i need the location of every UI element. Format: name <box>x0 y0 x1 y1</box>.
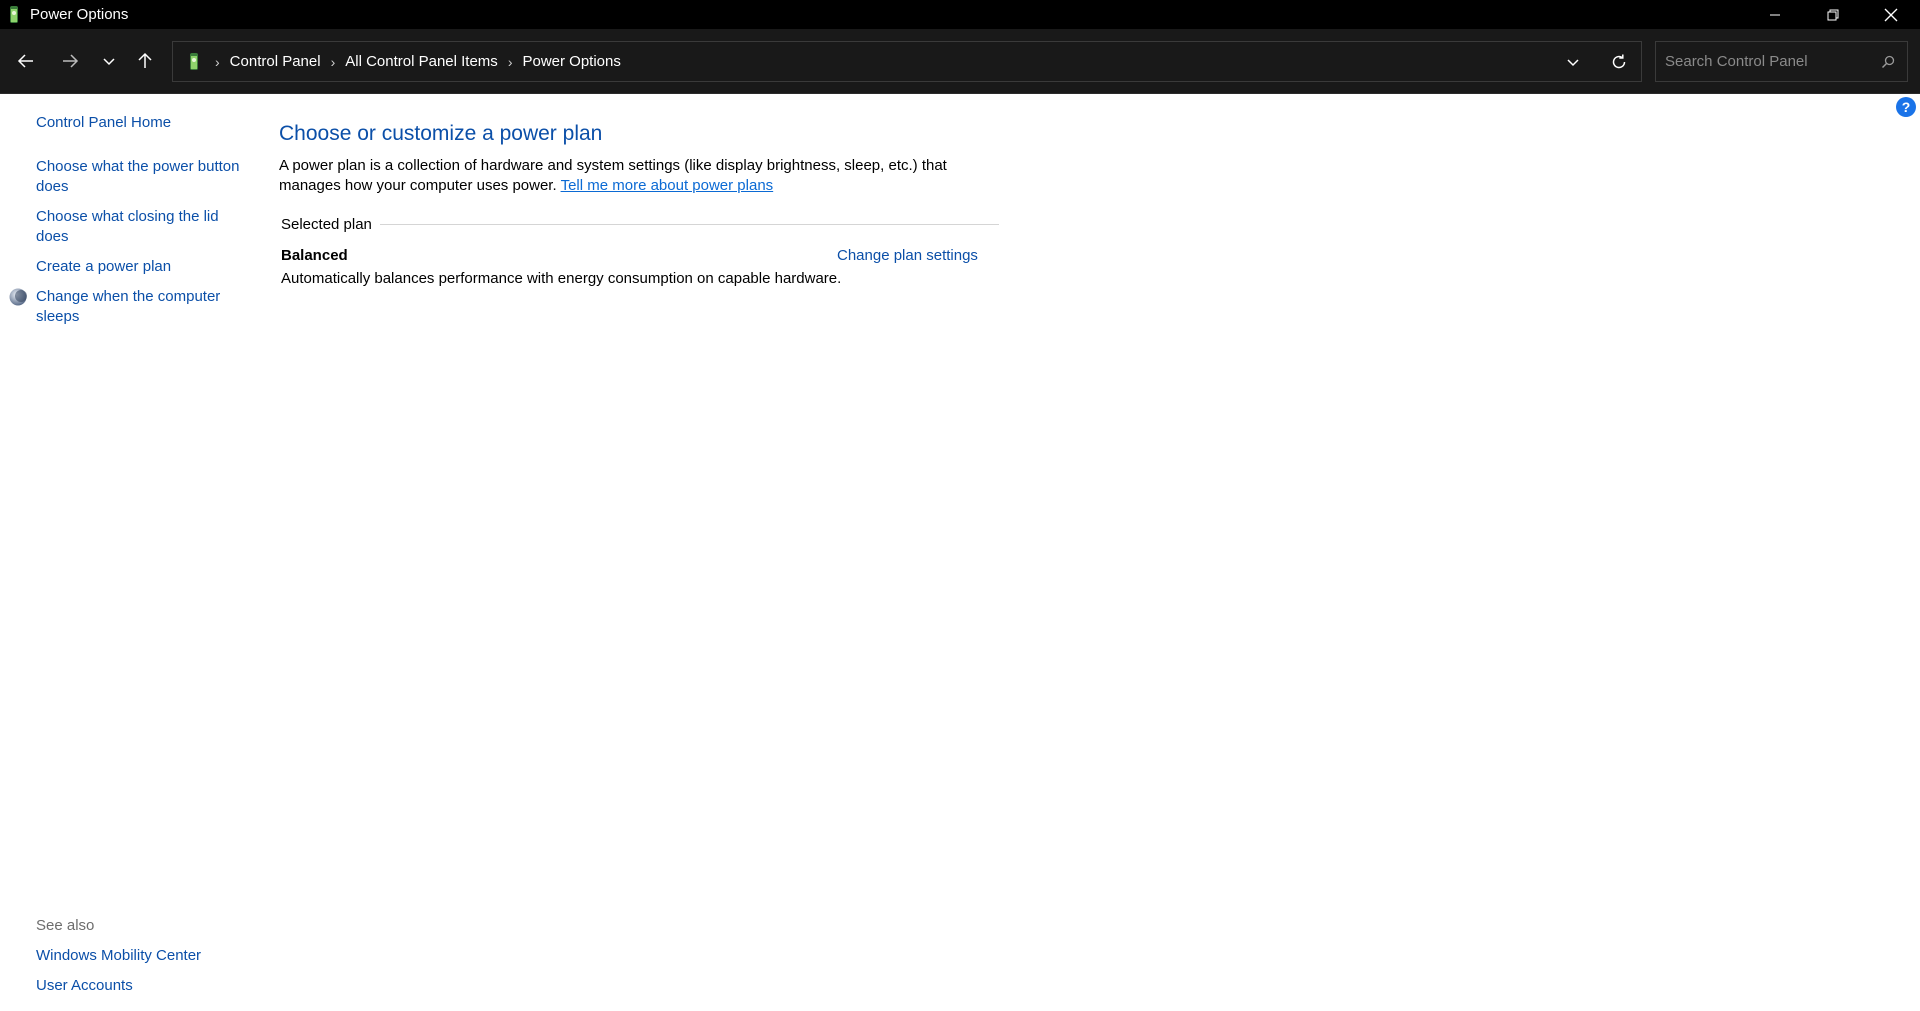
see-also-heading: See also <box>36 917 95 934</box>
up-arrow-icon <box>138 52 152 68</box>
help-button[interactable]: ? <box>1896 97 1916 117</box>
power-button-settings-link[interactable]: Choose what the power button does <box>36 157 251 197</box>
change-plan-settings-link[interactable]: Change plan settings <box>837 247 978 264</box>
back-arrow-icon <box>17 54 33 68</box>
learn-more-link[interactable]: Tell me more about power plans <box>561 177 774 194</box>
refresh-icon <box>1612 54 1626 69</box>
page-title: Choose or customize a power plan <box>279 122 603 145</box>
search-icon[interactable] <box>1873 47 1903 77</box>
intro-paragraph: A power plan is a collection of hardware… <box>279 156 979 196</box>
search-box[interactable] <box>1655 41 1908 82</box>
restore-button[interactable] <box>1804 0 1862 29</box>
user-accounts-link[interactable]: User Accounts <box>36 976 251 996</box>
power-options-icon <box>183 51 205 73</box>
create-power-plan-link[interactable]: Create a power plan <box>36 257 251 277</box>
recent-locations-button[interactable] <box>93 45 125 77</box>
up-button[interactable] <box>129 45 161 77</box>
window-controls <box>1746 0 1920 29</box>
breadcrumb-power-options[interactable]: Power Options <box>522 53 620 70</box>
chevron-down-icon <box>103 58 115 66</box>
forward-button[interactable] <box>54 45 86 77</box>
back-button[interactable] <box>10 45 42 77</box>
lid-close-settings-link[interactable]: Choose what closing the lid does <box>36 207 251 247</box>
windows-mobility-center-link[interactable]: Windows Mobility Center <box>36 946 251 966</box>
navigation-bar: › Control Panel › All Control Panel Item… <box>0 29 1920 94</box>
title-bar: Power Options <box>0 0 1920 29</box>
forward-arrow-icon <box>63 54 79 68</box>
chevron-down-icon <box>1567 59 1579 67</box>
selected-plan-section: Selected plan <box>281 214 999 234</box>
search-input[interactable] <box>1656 52 1873 71</box>
section-divider <box>379 223 999 225</box>
change-sleep-settings-link[interactable]: Change when the computer sleeps <box>36 287 251 327</box>
address-history-button[interactable] <box>1559 48 1587 76</box>
task-pane: Control Panel Home Choose what the power… <box>0 94 260 1011</box>
plan-name: Balanced <box>281 247 348 264</box>
chevron-right-icon[interactable]: › <box>331 54 336 70</box>
section-label: Selected plan <box>281 215 372 233</box>
breadcrumb-control-panel[interactable]: Control Panel <box>230 53 321 70</box>
window-title: Power Options <box>30 6 129 23</box>
chevron-right-icon[interactable]: › <box>508 54 513 70</box>
control-panel-home-link[interactable]: Control Panel Home <box>36 113 251 133</box>
refresh-button[interactable] <box>1605 48 1633 76</box>
address-bar[interactable]: › Control Panel › All Control Panel Item… <box>172 41 1642 82</box>
sleep-moon-icon <box>8 287 28 307</box>
plan-description: Automatically balances performance with … <box>281 270 842 287</box>
close-button[interactable] <box>1862 0 1920 29</box>
chevron-right-icon: › <box>215 53 220 70</box>
minimize-button[interactable] <box>1746 0 1804 29</box>
power-options-icon <box>4 5 24 25</box>
breadcrumb-all-control-panel-items[interactable]: All Control Panel Items <box>345 53 498 70</box>
